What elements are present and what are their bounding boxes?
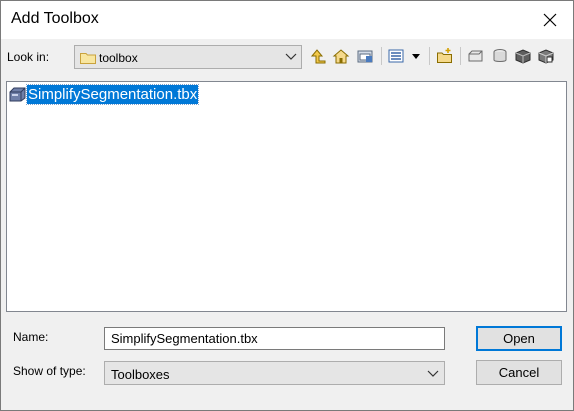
toolbox-icon bbox=[9, 87, 26, 102]
folder-icon bbox=[80, 53, 96, 64]
database-icon bbox=[493, 49, 507, 62]
new-folder-button[interactable] bbox=[434, 45, 456, 67]
home-folder-icon bbox=[332, 49, 350, 64]
caret-down-icon bbox=[412, 54, 420, 59]
file-type-value: Toolboxes bbox=[111, 367, 170, 382]
new-toolbox-icon bbox=[468, 50, 483, 62]
geodatabase-icon bbox=[515, 49, 531, 64]
file-geodatabase-icon bbox=[538, 49, 554, 64]
dialog-title: Add Toolbox bbox=[11, 10, 99, 27]
look-in-label: Look in: bbox=[7, 50, 50, 64]
chevron-down-icon bbox=[285, 53, 297, 60]
new-toolbox-button[interactable] bbox=[465, 45, 487, 67]
name-field[interactable] bbox=[104, 327, 445, 350]
look-in-value: toolbox bbox=[99, 51, 138, 65]
add-toolbox-dialog: Add Toolbox Look in: toolbox SimplifySeg… bbox=[0, 0, 574, 411]
cancel-button[interactable]: Cancel bbox=[476, 360, 562, 385]
close-icon bbox=[543, 13, 557, 27]
look-in-dropdown[interactable]: toolbox bbox=[74, 45, 302, 69]
file-type-dropdown[interactable]: Toolboxes bbox=[104, 361, 445, 385]
view-menu-icon bbox=[388, 49, 404, 63]
up-one-level-button[interactable] bbox=[307, 45, 329, 67]
geodatabase-button[interactable] bbox=[512, 45, 534, 67]
view-menu-dropdown[interactable] bbox=[405, 45, 427, 67]
file-list[interactable]: SimplifySegmentation.tbx bbox=[6, 81, 567, 312]
view-menu-button[interactable] bbox=[385, 45, 407, 67]
title-bar[interactable]: Add Toolbox bbox=[1, 1, 573, 39]
name-label: Name: bbox=[13, 330, 49, 344]
up-one-level-icon bbox=[310, 49, 326, 64]
home-folder-button[interactable] bbox=[330, 45, 352, 67]
database-button[interactable] bbox=[489, 45, 511, 67]
chevron-down-icon bbox=[427, 370, 439, 377]
new-folder-icon bbox=[437, 48, 452, 63]
file-name: SimplifySegmentation.tbx bbox=[25, 84, 200, 105]
connect-folder-icon bbox=[357, 50, 373, 63]
connect-folder-button[interactable] bbox=[354, 45, 376, 67]
open-button[interactable]: Open bbox=[476, 326, 562, 351]
type-label: Show of type: bbox=[13, 364, 86, 378]
close-button[interactable] bbox=[527, 1, 573, 39]
file-geodatabase-button[interactable] bbox=[535, 45, 557, 67]
